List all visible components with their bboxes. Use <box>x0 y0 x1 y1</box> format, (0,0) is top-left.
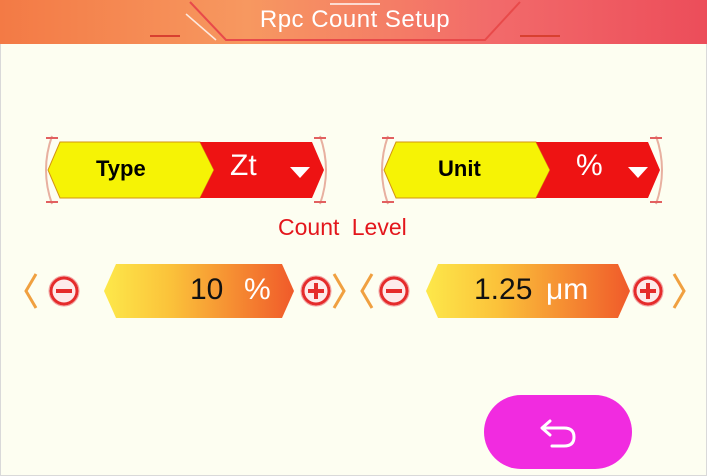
unit-selector-shape <box>381 135 663 205</box>
micron-unit: μm <box>546 273 589 306</box>
micron-value: 1.25 <box>474 273 533 306</box>
type-label: Type <box>96 156 146 181</box>
count-level-label: Count Level <box>278 214 407 240</box>
percent-stepper: 10 % <box>20 260 350 322</box>
unit-value: % <box>576 149 603 182</box>
plus-circle-icon[interactable] <box>300 275 332 307</box>
unit-selector[interactable]: Unit % <box>374 132 670 208</box>
percent-unit: % <box>244 273 271 306</box>
triangle-down-icon <box>628 167 648 178</box>
minus-circle-icon[interactable] <box>378 275 410 307</box>
back-button[interactable] <box>484 395 632 469</box>
plus-circle-icon[interactable] <box>632 275 664 307</box>
unit-label: Unit <box>438 156 481 181</box>
page-title: Rpc Count Setup <box>259 6 451 33</box>
return-arrow-icon <box>540 419 576 448</box>
triangle-down-icon <box>290 167 310 178</box>
micron-stepper: 1.25 μm <box>356 260 686 322</box>
type-value: Zt <box>230 149 257 182</box>
type-selector[interactable]: Type Zt <box>38 132 334 208</box>
minus-circle-icon[interactable] <box>48 275 80 307</box>
title-bar: Rpc Count Setup <box>0 0 707 44</box>
percent-value: 10 <box>190 273 224 306</box>
